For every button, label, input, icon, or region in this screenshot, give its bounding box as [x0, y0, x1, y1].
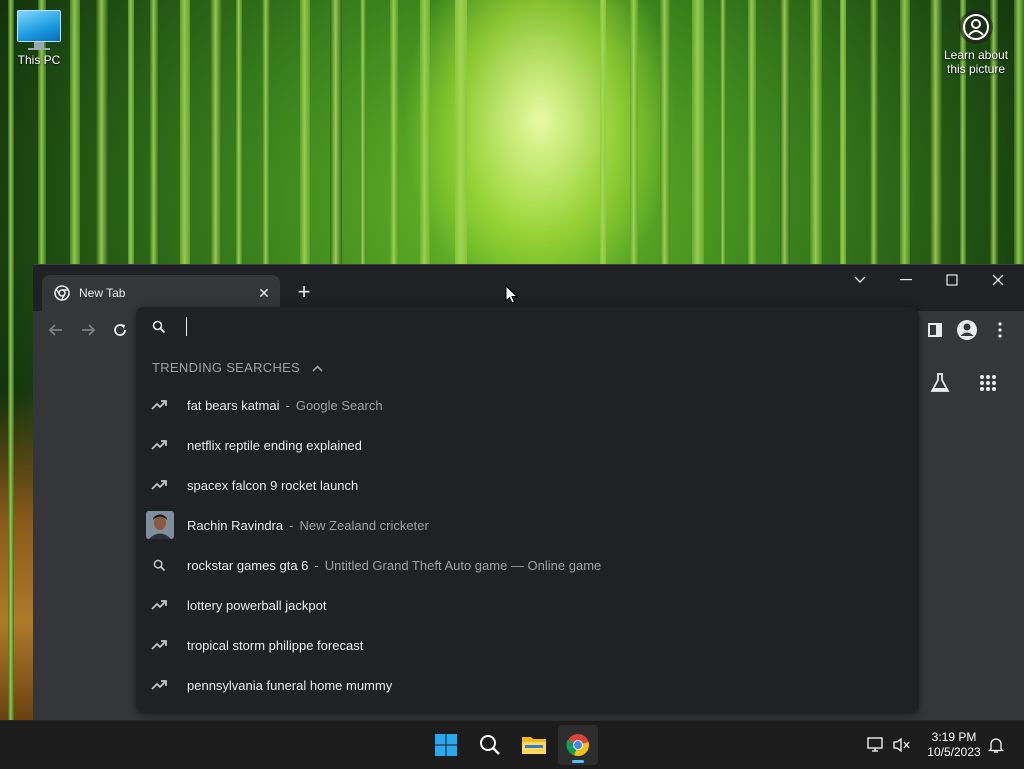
trending-icon: [150, 596, 168, 614]
reload-icon: [114, 324, 126, 336]
taskbar-search-button[interactable]: [470, 725, 510, 765]
trending-icon: [150, 676, 168, 694]
omnibox[interactable]: [136, 307, 919, 347]
suggestion-text: netflix reptile ending explained: [187, 438, 362, 453]
desktop-icon-label: Learn about this picture: [943, 48, 1009, 76]
suggestion-query: rockstar games gta 6: [187, 557, 309, 573]
taskbar: 3:19 PM 10/5/2023: [0, 720, 1024, 769]
side-panel-icon: [928, 323, 942, 337]
trending-icon: [150, 476, 168, 494]
maximize-button[interactable]: [929, 265, 975, 295]
suggestion-query: netflix reptile ending explained: [187, 437, 362, 453]
suggestion-text: rockstar games gta 6- Untitled Grand Thef…: [187, 558, 601, 573]
desktop-icon-label: This PC: [17, 53, 61, 67]
suggestion-description: Untitled Grand Theft Auto game — Online …: [324, 557, 602, 573]
suggestion-query: fat bears katmai: [187, 397, 280, 413]
mouse-cursor-icon: [505, 285, 519, 304]
folder-icon: [522, 737, 546, 754]
desktop-icon-learn-about-picture[interactable]: Learn about this picture: [942, 10, 1010, 76]
suggestion-separator: -: [285, 397, 290, 413]
suggestion-row[interactable]: netflix reptile ending explained: [136, 425, 919, 465]
trending-icon: [150, 396, 168, 414]
search-icon: [150, 556, 168, 574]
suggestion-row[interactable]: spacex falcon 9 rocket launch: [136, 465, 919, 505]
text-caret: [186, 317, 187, 336]
notification-bell-icon[interactable]: [986, 735, 1006, 755]
tab-new-tab[interactable]: New Tab ✕: [42, 275, 280, 311]
chrome-taskbar-button[interactable]: [558, 725, 598, 765]
google-apps-icon[interactable]: [974, 369, 1002, 397]
omnibox-input[interactable]: [186, 316, 890, 340]
suggestion-separator: -: [289, 517, 294, 533]
suggestion-query: Rachin Ravindra: [187, 517, 284, 533]
chevron-up-icon[interactable]: [312, 360, 323, 375]
minimize-button[interactable]: [883, 265, 929, 295]
tab-search-button[interactable]: [837, 265, 883, 295]
suggestion-row[interactable]: lottery powerball jackpot: [136, 585, 919, 625]
suggestion-query: tropical storm philippe forecast: [187, 637, 364, 653]
suggestion-row[interactable]: pennsylvania funeral home mummy: [136, 665, 919, 705]
suggestion-description: New Zealand cricketer: [299, 517, 429, 533]
start-button[interactable]: [426, 725, 466, 765]
desktop-icon-this-pc[interactable]: This PC: [10, 10, 68, 67]
reload-button[interactable]: [108, 318, 132, 342]
chrome-menu-button[interactable]: [988, 318, 1012, 342]
taskbar-clock[interactable]: 3:19 PM 10/5/2023: [918, 730, 990, 760]
suggestion-text: spacex falcon 9 rocket launch: [187, 478, 358, 493]
close-window-button[interactable]: [975, 265, 1021, 295]
search-icon: [480, 735, 500, 755]
suggestion-row[interactable]: fat bears katmai - Google Search: [136, 385, 919, 425]
bamboo-stalk: [8, 0, 14, 720]
tab-strip: New Tab ✕ +: [33, 265, 1024, 311]
close-tab-icon[interactable]: ✕: [254, 283, 274, 303]
clock-time: 3:19 PM: [931, 730, 977, 744]
suggestion-description: Google Search: [295, 397, 383, 413]
suggestion-list: fat bears katmai - Google Search netflix re…: [136, 385, 919, 705]
suggestion-row[interactable]: Rachin Ravindra - New Zealand cricketer: [136, 505, 919, 545]
trending-searches-header[interactable]: TRENDING SEARCHES: [152, 359, 323, 375]
suggestion-text: pennsylvania funeral home mummy: [187, 678, 392, 693]
section-header-label: TRENDING SEARCHES: [152, 359, 301, 375]
chrome-icon: [566, 734, 589, 757]
suggestion-text: Rachin Ravindra - New Zealand cricketer: [187, 518, 429, 533]
network-icon[interactable]: [866, 735, 886, 755]
back-button[interactable]: [44, 318, 68, 342]
chevron-down-icon: [854, 276, 866, 283]
profile-icon: [957, 320, 977, 340]
suggestion-query: pennsylvania funeral home mummy: [187, 677, 393, 693]
trending-icon: [150, 636, 168, 654]
active-app-indicator: [572, 760, 584, 763]
suggestion-row[interactable]: tropical storm philippe forecast: [136, 625, 919, 665]
chrome-icon: [54, 285, 70, 301]
forward-button[interactable]: [76, 318, 100, 342]
suggestion-text: lottery powerball jackpot: [187, 598, 326, 613]
camera-info-icon: [959, 10, 993, 44]
side-panel-button[interactable]: [923, 318, 947, 342]
clock-date: 10/5/2023: [927, 745, 981, 759]
suggestion-separator: -: [314, 557, 319, 573]
person-thumbnail: [146, 511, 174, 539]
suggestion-query: lottery powerball jackpot: [187, 597, 327, 613]
this-pc-icon: [17, 10, 61, 48]
trending-icon: [150, 436, 168, 454]
tab-title: New Tab: [79, 286, 126, 300]
suggestion-text: fat bears katmai - Google Search: [187, 398, 383, 413]
kebab-menu-icon: [998, 322, 1002, 338]
volume-muted-icon[interactable]: [892, 735, 912, 755]
profile-button[interactable]: [955, 318, 979, 342]
arrow-right-icon: [82, 324, 96, 336]
labs-flask-icon[interactable]: [926, 369, 954, 397]
new-tab-button[interactable]: +: [291, 279, 317, 305]
suggestion-query: spacex falcon 9 rocket launch: [187, 477, 359, 493]
omnibox-dropdown: TRENDING SEARCHES fat bears katmai - Googl…: [136, 307, 919, 713]
arrow-left-icon: [48, 324, 62, 336]
suggestion-row[interactable]: rockstar games gta 6- Untitled Grand Thef…: [136, 545, 919, 585]
windows-logo-icon: [435, 734, 457, 756]
search-icon: [152, 320, 166, 339]
suggestion-text: tropical storm philippe forecast: [187, 638, 363, 653]
file-explorer-button[interactable]: [514, 725, 554, 765]
